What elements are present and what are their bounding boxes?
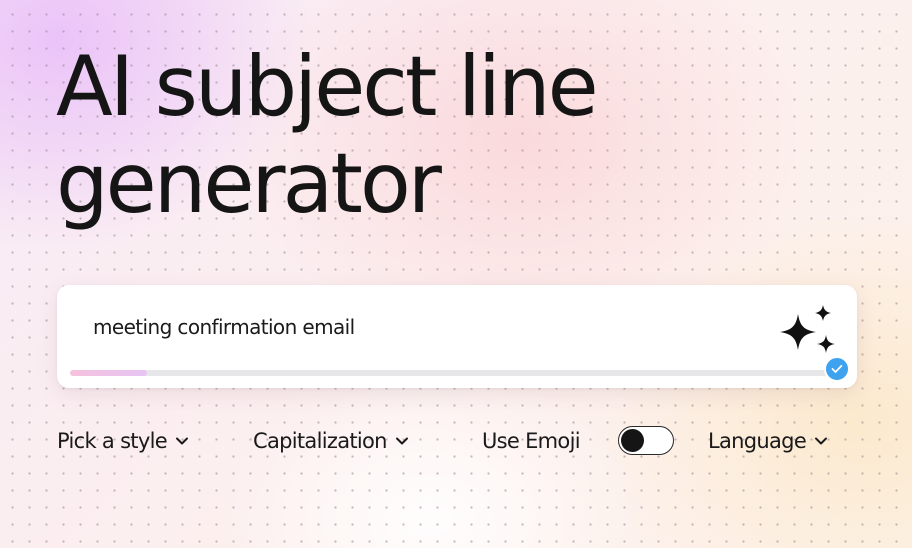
- use-emoji-toggle[interactable]: [618, 426, 674, 455]
- chevron-down-icon: [814, 436, 828, 446]
- title-line-1: AI subject line: [56, 38, 599, 135]
- generate-button[interactable]: [776, 302, 838, 364]
- progress-fill: [70, 370, 147, 376]
- subject-input-card: [57, 285, 857, 388]
- style-dropdown-label: Pick a style: [57, 429, 168, 453]
- toggle-knob: [621, 428, 644, 452]
- check-icon: [831, 364, 843, 373]
- title-line-2: generator: [56, 135, 442, 232]
- chevron-down-icon: [395, 436, 409, 446]
- capitalization-dropdown[interactable]: Capitalization: [253, 420, 409, 462]
- language-dropdown[interactable]: Language: [708, 420, 828, 462]
- status-badge: [824, 356, 850, 382]
- use-emoji-label: Use Emoji: [482, 429, 581, 453]
- page-title: AI subject line generator: [56, 38, 599, 232]
- subject-topic-input[interactable]: [93, 311, 753, 343]
- chevron-down-icon: [175, 436, 189, 446]
- style-dropdown[interactable]: Pick a style: [57, 420, 189, 462]
- options-bar: Pick a style Capitalization Use Emoji La…: [57, 420, 877, 462]
- language-dropdown-label: Language: [708, 429, 807, 453]
- progress-track: [70, 370, 840, 376]
- capitalization-dropdown-label: Capitalization: [253, 429, 387, 453]
- sparkle-icon: [780, 305, 835, 353]
